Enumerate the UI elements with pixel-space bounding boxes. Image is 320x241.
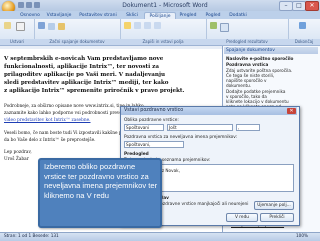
punctuation-select[interactable]: , [236, 124, 260, 131]
maximize-button[interactable]: □ [292, 1, 306, 11]
pane-line: Pozdravna vrstica [226, 62, 269, 67]
doc-signature: Uroš Žabar [4, 157, 29, 162]
ribbon-group-caption: Ustvari [0, 39, 34, 45]
tab-osnovno[interactable]: Osnovno [18, 12, 42, 19]
greeting-format-label: Oblika pozdravne vrstice: [124, 118, 179, 123]
redo-icon[interactable] [34, 2, 40, 8]
ribbon-group-caption: Zapiši in vstavi polja [120, 39, 206, 45]
greeting-line-icon[interactable] [144, 22, 151, 29]
ribbon-group-polja: Zapiši in vstavi polja [120, 19, 207, 45]
minimize-button[interactable]: – [279, 1, 293, 11]
callout-text: Izberemo obliko pozdravne vrstice ter po… [44, 162, 158, 200]
doc-signoff: Lep pozdrav, [4, 150, 32, 155]
dialog-close-button[interactable]: ✕ [287, 108, 296, 114]
highlight-fields-icon[interactable] [124, 22, 131, 29]
tab-postavitev-strani[interactable]: Postavitev strani [76, 12, 120, 19]
tab-pregled[interactable]: Pregled [176, 12, 200, 19]
envelope-icon[interactable] [4, 22, 11, 29]
ribbon-group-ustvari: Ustvari [0, 19, 35, 45]
label-icon[interactable] [16, 22, 25, 31]
ribbon-group-caption: Predogled rezultatov [206, 39, 288, 45]
address-block-icon[interactable] [134, 22, 141, 29]
zoom-level[interactable]: 100% [296, 233, 308, 238]
window-title: Dokument1 - Microsoft Word [122, 2, 208, 9]
doc-heading-line: V septembrskih e-novicah Vam predstavlja… [4, 56, 164, 62]
invalid-names-label: Pozdravna vrstica za neveljavna imena pr… [124, 135, 238, 140]
ribbon-group-spajanje: Začni spajanje dokumentov [34, 19, 121, 45]
name-format-select[interactable]: Jošt [167, 124, 233, 131]
tab-vstavljanje[interactable]: Vstavljanje [44, 12, 74, 19]
ok-button[interactable]: V redu [226, 213, 258, 222]
preview-icon[interactable] [210, 22, 217, 29]
ribbon-group-predogled: Predogled rezultatov [206, 19, 289, 45]
pane-line: Naslovite e-poštno sporočilo [226, 56, 294, 61]
preview-label: Predogled [124, 152, 149, 157]
ribbon-group-dokoncaj: Dokončaj [288, 19, 320, 45]
quick-access-toolbar [18, 2, 52, 9]
doc-heading-line: prilagoditev aplikacije po Vaši meri. V … [4, 72, 166, 78]
save-icon[interactable] [18, 2, 24, 8]
doc-paragraph-line: da bo Vaše delo z Intrix™ še preprostejš… [4, 138, 96, 143]
close-button[interactable]: ✕ [305, 1, 319, 11]
match-fields-button[interactable]: Ujemanje polj... [254, 201, 294, 210]
ribbon-group-caption: Dokončaj [288, 39, 320, 45]
ribbon: Ustvari Začni spajanje dokumentov Zapiši… [0, 19, 320, 46]
recipients-icon[interactable] [48, 23, 55, 30]
status-page-words: Stran: 1 od 1 Besede: 131 [4, 233, 59, 238]
doc-heading-line: funkcionalnosti, aplikacije Intrix™, ter… [4, 64, 159, 70]
start-merge-icon[interactable] [38, 22, 45, 29]
invalid-greeting-select[interactable]: Spoštovani, [124, 141, 184, 148]
doc-heading-line: sledi predstavitev aplikacije Intrix™ me… [4, 80, 169, 86]
tab-sklici[interactable]: Sklici [122, 12, 142, 19]
cancel-button[interactable]: Prekliči [260, 213, 294, 222]
insert-field-icon[interactable] [154, 22, 161, 29]
undo-icon[interactable] [26, 2, 32, 8]
greeting-word-select[interactable]: Spoštovani [124, 124, 164, 131]
edit-list-icon[interactable] [58, 23, 65, 30]
finish-merge-icon[interactable] [299, 22, 306, 29]
record-nav-icon[interactable] [220, 23, 229, 32]
doc-paragraph-line[interactable]: video predstavitev kot Intrix™ zasebne. [4, 118, 91, 123]
ribbon-group-caption: Začni spajanje dokumentov [34, 39, 120, 45]
tab-dodatki[interactable]: Dodatki [226, 12, 250, 19]
ribbon-tabs: Osnovno Vstavljanje Postavitev strani Sk… [0, 11, 320, 20]
dialog-title: Vstavi pozdravno vrstico [121, 107, 297, 115]
tab-pogled[interactable]: Pogled [202, 12, 224, 19]
pane-title: Spajanje dokumentov [224, 47, 318, 54]
doc-heading-line: z aplikacijo Intrix™ spremenite priročni… [4, 88, 185, 94]
pane-line: dokumentu. [226, 83, 252, 88]
